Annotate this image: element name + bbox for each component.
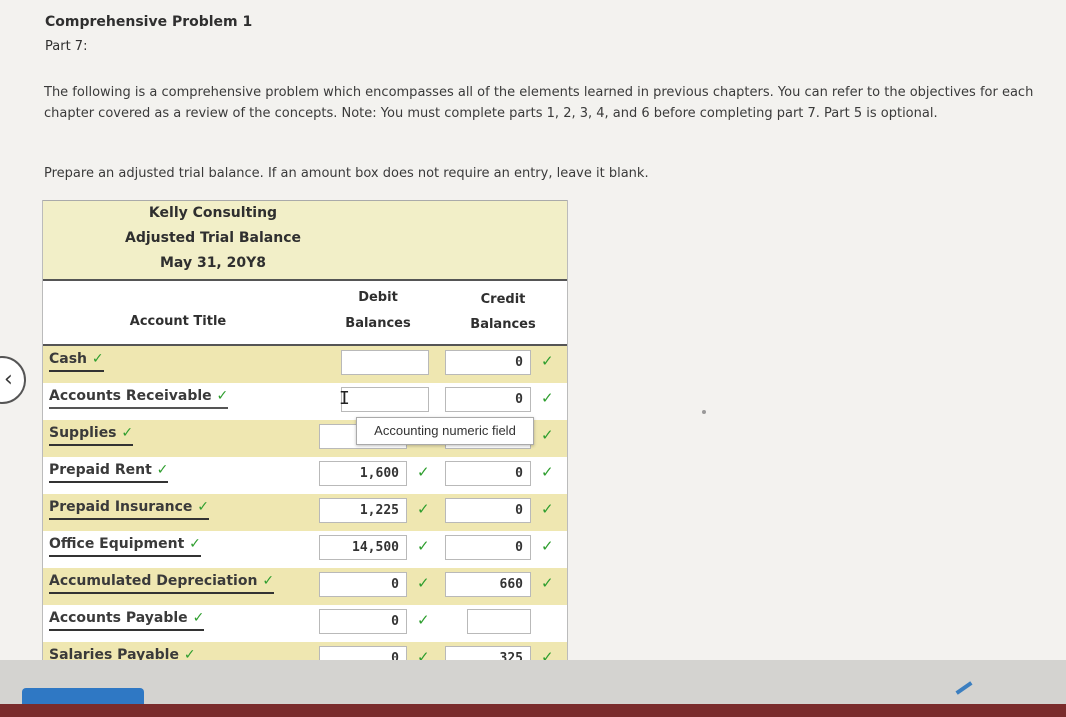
table-row: Cash ✓ 0 ✓ — [43, 346, 567, 383]
check-icon: ✓ — [541, 389, 554, 407]
table-row: Salaries Payable ✓ 0 ✓ 325 ✓ — [43, 642, 567, 660]
check-icon: ✓ — [417, 574, 430, 592]
debit-header-2: Balances — [345, 316, 411, 331]
table-row: Prepaid Rent ✓ 1,600 ✓ 0 ✓ — [43, 457, 567, 494]
table-heading: Kelly Consulting Adjusted Trial Balance … — [43, 200, 567, 281]
statement-name: Adjusted Trial Balance — [125, 230, 301, 246]
debit-input[interactable]: 1,225 — [319, 498, 407, 523]
credit-input[interactable]: 0 — [445, 535, 531, 560]
problem-title: Comprehensive Problem 1 — [45, 14, 253, 30]
account-select[interactable]: Prepaid Insurance ✓ — [49, 499, 210, 520]
account-select[interactable]: Accounts Receivable ✓ — [49, 388, 229, 409]
debit-header-1: Debit — [358, 290, 398, 305]
check-icon: ✓ — [417, 500, 430, 518]
credit-input[interactable]: 325 — [445, 646, 531, 660]
check-icon: ✓ — [183, 647, 196, 660]
credit-input[interactable]: 0 — [445, 498, 531, 523]
screen-speck — [702, 410, 706, 414]
check-icon: ✓ — [197, 499, 210, 515]
credit-input[interactable]: 0 — [445, 350, 531, 375]
check-icon: ✓ — [192, 610, 205, 626]
check-icon: ✓ — [541, 500, 554, 518]
chevron-left-icon: ‹ — [4, 367, 13, 392]
debit-input[interactable]: 0 — [319, 572, 407, 597]
check-icon: ✓ — [121, 425, 134, 441]
check-icon: ✓ — [541, 574, 554, 592]
debit-input[interactable] — [341, 350, 429, 375]
debit-input[interactable]: 0 — [319, 609, 407, 634]
table-row: Accounts Receivable ✓ 0 ✓ — [43, 383, 567, 420]
check-icon: ✓ — [189, 536, 201, 552]
credit-input[interactable]: 0 — [445, 387, 531, 412]
debit-input[interactable]: 14,500 — [319, 535, 407, 560]
account-select[interactable]: Supplies ✓ — [49, 425, 134, 446]
check-icon: ✓ — [541, 648, 554, 660]
column-headers: Account Title Debit Balances Credit Bala… — [43, 282, 567, 346]
company-name: Kelly Consulting — [148, 205, 278, 221]
table-row: Accumulated Depreciation ✓ 0 ✓ 660 ✓ — [43, 568, 567, 605]
credit-header-1: Credit — [480, 292, 526, 307]
check-icon: ✓ — [417, 611, 430, 629]
field-tooltip: Accounting numeric field — [356, 417, 534, 445]
check-icon: ✓ — [417, 463, 430, 481]
table-row: Accounts Payable ✓ 0 ✓ — [43, 605, 567, 642]
credit-header-2: Balances — [470, 317, 536, 332]
taskbar — [0, 704, 1066, 717]
intro-paragraph: The following is a comprehensive problem… — [44, 85, 1034, 121]
instruction-text: Prepare an adjusted trial balance. If an… — [44, 166, 649, 181]
check-icon: ✓ — [417, 648, 430, 660]
check-icon: ✓ — [262, 573, 275, 589]
check-icon: ✓ — [541, 426, 554, 444]
account-select[interactable]: Salaries Payable ✓ — [49, 647, 196, 660]
table-row: Office Equipment ✓ 14,500 ✓ 0 ✓ — [43, 531, 567, 568]
check-icon: ✓ — [216, 388, 229, 404]
credit-input[interactable] — [467, 609, 531, 634]
check-icon: ✓ — [541, 537, 554, 555]
debit-input[interactable]: 0 — [319, 646, 407, 660]
check-icon: ✓ — [156, 462, 169, 478]
table-row: Prepaid Insurance ✓ 1,225 ✓ 0 ✓ — [43, 494, 567, 531]
account-select[interactable]: Office Equipment ✓ — [49, 536, 201, 557]
part-label: Part 7: — [45, 39, 88, 54]
check-icon: ✓ — [417, 537, 430, 555]
debit-input[interactable]: 1,600 — [319, 461, 407, 486]
debit-input[interactable] — [341, 387, 429, 412]
statement-date: May 31, 20Y8 — [160, 255, 266, 271]
check-icon: ✓ — [541, 463, 554, 481]
account-select[interactable]: Prepaid Rent ✓ — [49, 462, 169, 483]
account-select[interactable]: Accumulated Depreciation ✓ — [49, 573, 275, 594]
check-icon: ✓ — [91, 351, 104, 367]
credit-input[interactable]: 0 — [445, 461, 531, 486]
credit-input[interactable]: 660 — [445, 572, 531, 597]
check-icon: ✓ — [541, 352, 554, 370]
text-cursor-icon: I — [339, 388, 350, 409]
account-select[interactable]: Accounts Payable ✓ — [49, 610, 205, 631]
account-select[interactable]: Cash ✓ — [49, 351, 104, 372]
account-title-header: Account Title — [129, 314, 227, 329]
